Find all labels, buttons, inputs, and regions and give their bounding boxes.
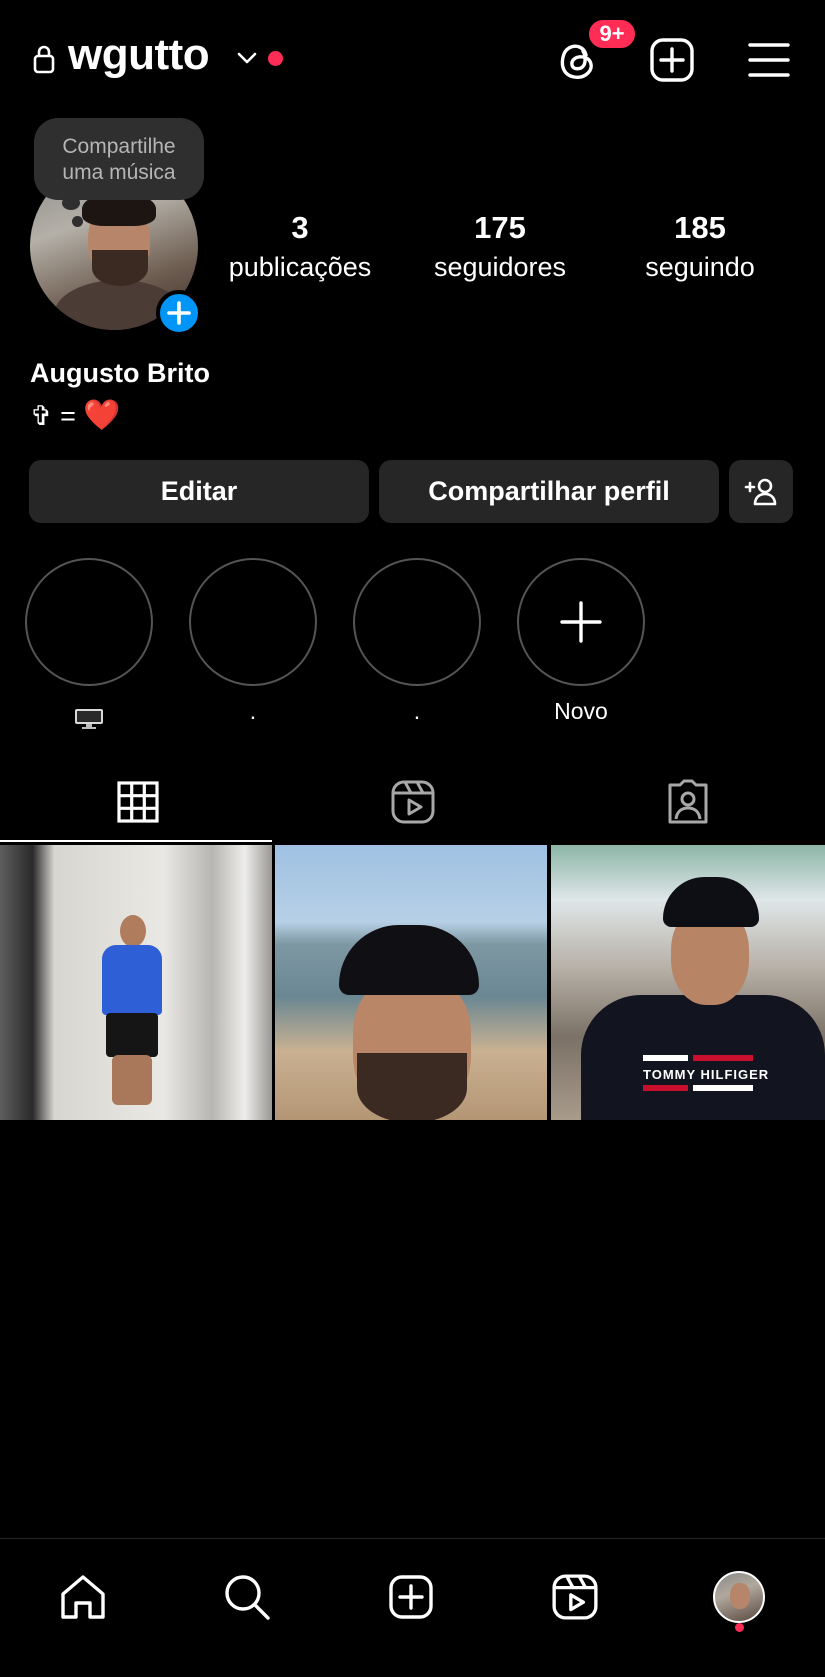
plus-icon [560,601,602,643]
top-bar: wgutto 9+ [0,0,825,120]
nav-reels[interactable] [547,1569,603,1625]
username-switcher[interactable]: wgutto [68,30,210,80]
highlight-label: Novo [554,698,608,724]
new-highlight-button[interactable]: Novo [516,558,646,728]
shirt-logo-text: TOMMY HILFIGER [643,1067,770,1082]
posts-stat[interactable]: 3 publicações [220,210,380,283]
bio-text: ✞ = [30,401,76,431]
add-post-icon[interactable] [648,36,696,84]
add-person-icon [744,478,777,505]
note-bubble-tail-small [72,216,83,227]
unread-dot [268,51,283,66]
discover-people-button[interactable] [729,460,793,523]
monitor-emoji-icon [75,709,103,729]
following-count: 185 [674,210,726,245]
post-thumbnail-1[interactable] [0,845,272,1120]
grid-icon [116,781,159,823]
edit-profile-button[interactable]: Editar [29,460,369,523]
post-thumbnail-3[interactable]: TOMMY HILFIGER [551,845,825,1120]
photo-cap [663,877,759,927]
highlight-ring [517,558,645,686]
menu-icon[interactable] [745,36,793,84]
add-story-button[interactable] [156,290,202,336]
highlight-label: . [413,698,421,724]
reels-icon [391,780,434,824]
nav-create[interactable] [383,1569,439,1625]
tagged-person-icon [668,779,707,824]
following-label: seguindo [645,252,755,282]
active-tab-indicator [0,840,272,842]
note-bubble[interactable]: Compartilhe uma música [34,118,204,200]
posts-label: publicações [228,252,372,282]
highlight-ring [25,558,153,686]
photo-cap [339,925,479,995]
profile-avatar-icon [713,1571,765,1623]
post-thumbnail-2[interactable] [275,845,547,1120]
note-line-1: Compartilhe [62,135,176,158]
photo-person [98,915,166,1105]
highlight-3[interactable]: . [352,558,482,728]
lock-icon [33,45,55,74]
tab-reels[interactable] [275,760,550,844]
highlight-1[interactable] [24,558,154,729]
followers-stat[interactable]: 175 seguidores [420,210,580,283]
following-stat[interactable]: 185 seguindo [620,210,780,283]
tab-posts-grid[interactable] [0,760,275,844]
profile-bio: ✞ = ❤️ [30,398,121,433]
plus-icon [167,301,191,325]
highlight-2[interactable]: . [188,558,318,728]
nav-search[interactable] [219,1569,275,1625]
highlight-ring [353,558,481,686]
share-profile-button[interactable]: Compartilhar perfil [379,460,719,523]
notification-badge: 9+ [586,17,638,51]
followers-count: 175 [474,210,526,245]
highlight-ring [189,558,317,686]
nav-profile[interactable] [711,1569,767,1625]
nav-home[interactable] [55,1569,111,1625]
bottom-nav [0,1538,825,1677]
profile-notification-dot [735,1623,744,1632]
posts-count: 3 [291,210,309,245]
search-icon [225,1575,270,1620]
chevron-down-icon[interactable] [236,50,258,66]
reels-icon [552,1574,598,1620]
tab-tagged[interactable] [550,760,825,844]
profile-tabs [0,760,825,844]
highlight-label [24,698,154,729]
followers-label: seguidores [433,252,567,282]
profile-full-name: Augusto Brito [30,358,210,388]
add-post-icon [389,1575,433,1619]
note-line-2: uma música [62,161,176,184]
home-icon [61,1575,105,1619]
highlight-label: . [249,698,257,724]
heart-emoji: ❤️ [83,399,121,432]
